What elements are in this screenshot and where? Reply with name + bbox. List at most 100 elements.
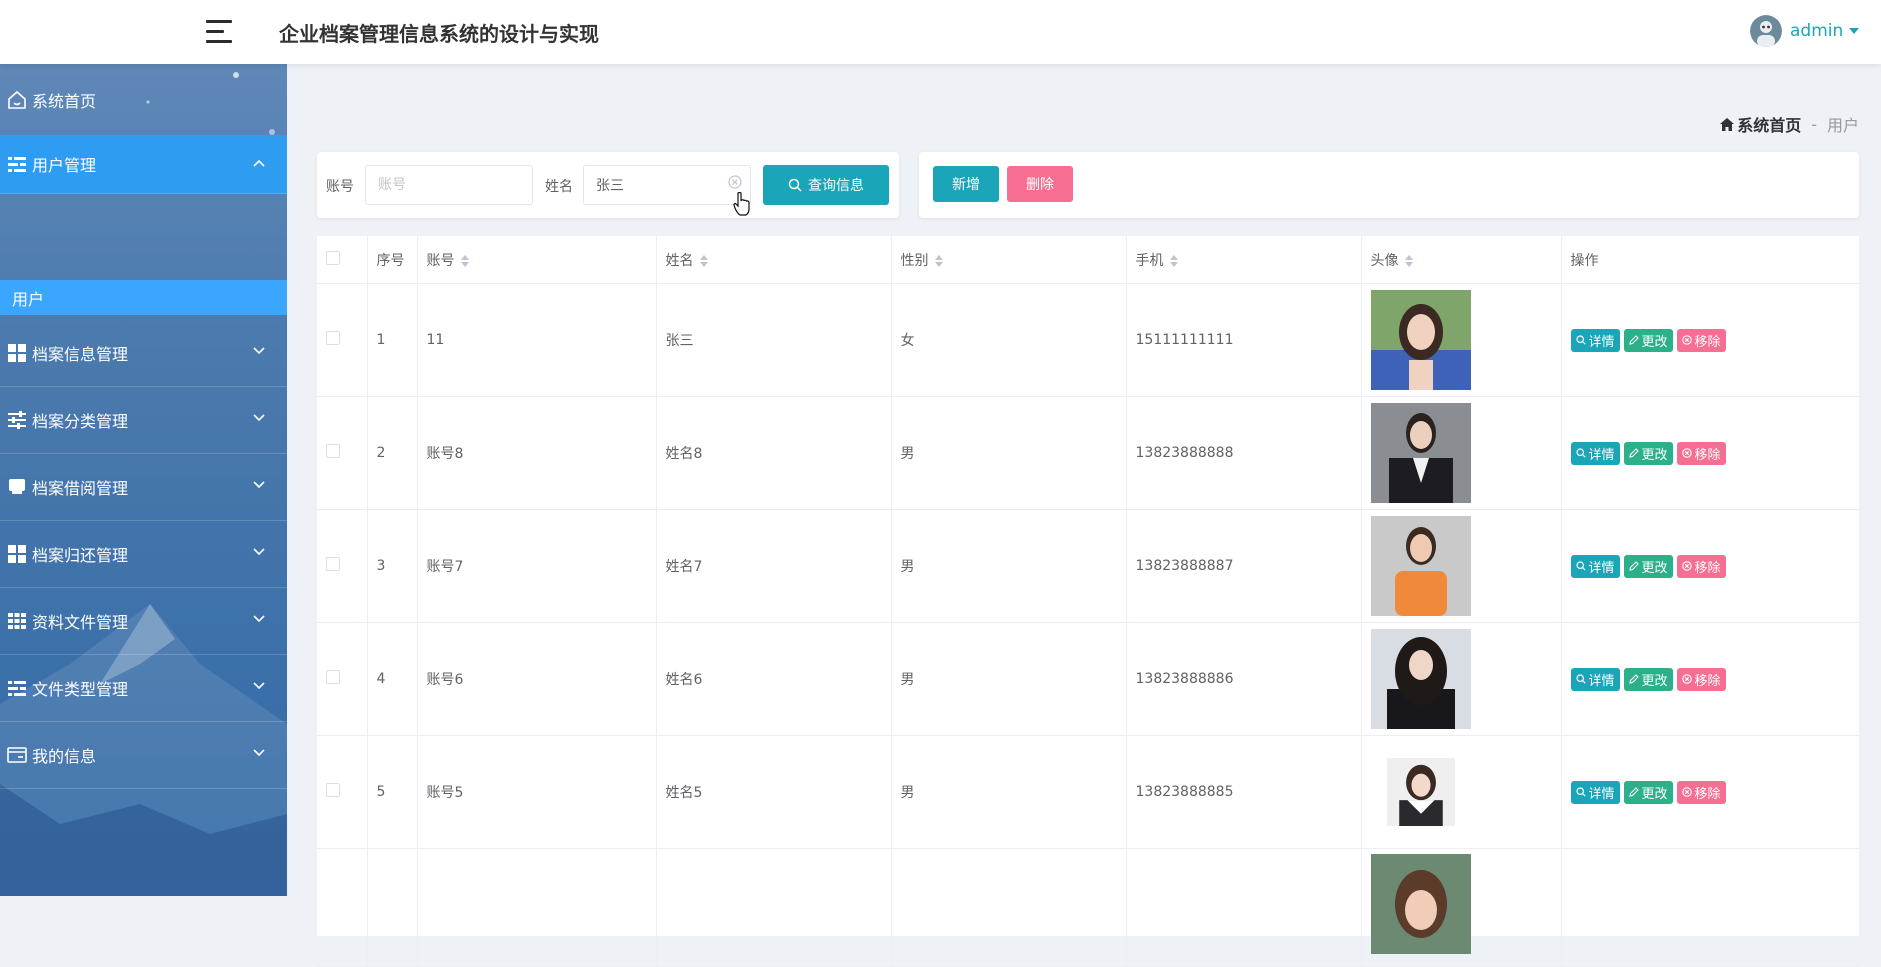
sort-icon[interactable] (1404, 254, 1413, 267)
breadcrumb-home[interactable]: 系统首页 (1720, 112, 1801, 136)
sort-icon[interactable] (1169, 254, 1178, 267)
detail-button-label: 详情 (1588, 560, 1615, 576)
search-icon (788, 178, 802, 192)
column-header[interactable]: 头像 (1361, 236, 1562, 284)
row-select-cell (317, 622, 368, 736)
remove-button[interactable]: 移除 (1676, 554, 1726, 578)
avatar-cell (1361, 735, 1562, 849)
edit-button[interactable]: 更改 (1623, 554, 1673, 578)
chevron-down-icon (253, 615, 265, 623)
delete-button[interactable]: 删除 (1007, 166, 1073, 202)
detail-button[interactable]: 详情 (1570, 780, 1620, 804)
avatar-photo[interactable] (1370, 290, 1471, 390)
avatar-photo[interactable] (1370, 854, 1471, 954)
remove-button[interactable]: 移除 (1676, 780, 1726, 804)
edit-button[interactable]: 更改 (1623, 328, 1673, 352)
row-select-cell (317, 509, 368, 623)
row-checkbox[interactable] (326, 331, 340, 345)
name-label: 姓名 (545, 179, 573, 195)
table-row: 4 账号6 姓名6 男 13823888886 详情 更改 移除 (317, 622, 1859, 736)
column-header[interactable]: 手机 (1126, 236, 1362, 284)
avatar-photo[interactable] (1370, 516, 1471, 616)
detail-button-label: 详情 (1588, 447, 1615, 463)
edit-button[interactable]: 更改 (1623, 667, 1673, 691)
chevron-up-icon (253, 159, 265, 167)
sidebar-item-user-management[interactable]: 用户管理 (0, 135, 287, 194)
avatar-photo[interactable] (1370, 403, 1471, 503)
avatar-cell (1361, 848, 1562, 967)
edit-icon (1628, 561, 1639, 571)
sidebar-item-my-info[interactable]: 我的信息 (0, 722, 287, 789)
sidebar-item-document-files[interactable]: 资料文件管理 (0, 588, 287, 655)
menu-toggle-icon[interactable] (206, 20, 232, 44)
gender-cell: 女 (891, 283, 1127, 397)
column-header[interactable]: 姓名 (656, 236, 892, 284)
breadcrumb: 系统首页 - 用户 (1720, 112, 1859, 136)
avatar-photo[interactable] (1386, 742, 1455, 842)
clear-input-icon[interactable] (728, 175, 742, 189)
edit-button[interactable]: 更改 (1623, 441, 1673, 465)
detail-button[interactable]: 详情 (1570, 328, 1620, 352)
account-label: 账号 (326, 179, 354, 195)
sort-icon[interactable] (934, 254, 943, 267)
row-checkbox[interactable] (326, 783, 340, 797)
row-select-cell (317, 735, 368, 849)
sort-icon[interactable] (460, 254, 469, 267)
phone-cell: 13823888886 (1126, 622, 1362, 736)
sidebar-subitem-user[interactable]: 用户 (0, 280, 287, 315)
remove-button[interactable]: 移除 (1676, 441, 1726, 465)
user-menu[interactable]: admin (1750, 13, 1860, 49)
table-row: 5 账号5 姓名5 男 13823888885 详情 更改 移除 (317, 735, 1859, 849)
edit-button[interactable]: 更改 (1623, 780, 1673, 804)
sidebar-item-archive-return[interactable]: 档案归还管理 (0, 521, 287, 588)
chevron-down-icon (253, 682, 265, 690)
chevron-down-icon (253, 414, 265, 422)
sidebar-item-label: 档案借阅管理 (32, 479, 129, 498)
edit-button-label: 更改 (1641, 560, 1668, 576)
add-button[interactable]: 新增 (933, 166, 999, 202)
row-select-cell (317, 848, 368, 967)
detail-button[interactable]: 详情 (1570, 667, 1620, 691)
row-checkbox[interactable] (326, 670, 340, 684)
sidebar: 系统首页 用户管理 用户 档案信息管理 档案分类管理 档案借阅管理 档案归还管理… (0, 64, 287, 896)
column-header-label: 序号 (376, 252, 405, 269)
sidebar-item-archive-category[interactable]: 档案分类管理 (0, 387, 287, 454)
select-all-checkbox[interactable] (326, 250, 340, 265)
account-cell: 账号8 (417, 396, 657, 510)
edit-button-label: 更改 (1641, 673, 1668, 689)
user-table-panel: 序号 账号 姓名 性别 手机 头像 操作 1 11 张三 女 151111111… (317, 236, 1859, 967)
breadcrumb-home-label: 系统首页 (1737, 116, 1802, 135)
row-checkbox[interactable] (326, 444, 340, 458)
phone-cell: 13823888887 (1126, 509, 1362, 623)
list-icon (6, 153, 28, 175)
detail-button[interactable]: 详情 (1570, 441, 1620, 465)
breadcrumb-current: 用户 (1826, 116, 1859, 135)
index-cell: 1 (367, 283, 418, 397)
account-search-input[interactable] (365, 165, 533, 205)
sidebar-item-archive-info[interactable]: 档案信息管理 (0, 320, 287, 387)
avatar-photo[interactable] (1370, 629, 1471, 729)
sidebar-item-archive-borrow[interactable]: 档案借阅管理 (0, 454, 287, 521)
remove-button[interactable]: 移除 (1676, 328, 1726, 352)
column-header[interactable]: 账号 (417, 236, 657, 284)
avatar-cell (1361, 283, 1562, 397)
gender-cell (891, 848, 1127, 967)
chevron-down-icon (1849, 28, 1860, 34)
name-search-input[interactable] (583, 165, 751, 205)
apps-icon (6, 610, 28, 632)
edit-button-label: 更改 (1641, 786, 1668, 802)
avatar-cell (1361, 509, 1562, 623)
sort-icon[interactable] (699, 254, 708, 267)
detail-button[interactable]: 详情 (1570, 554, 1620, 578)
row-checkbox[interactable] (326, 557, 340, 571)
column-header[interactable]: 性别 (891, 236, 1127, 284)
gender-cell: 男 (891, 622, 1127, 736)
sidebar-item-label: 档案归还管理 (32, 546, 129, 565)
sidebar-item-file-types[interactable]: 文件类型管理 (0, 655, 287, 722)
sidebar-item-label: 我的信息 (32, 747, 97, 766)
gender-cell: 男 (891, 509, 1127, 623)
query-button[interactable]: 查询信息 (763, 165, 889, 205)
sidebar-item-home[interactable]: 系统首页 (0, 72, 287, 128)
remove-button[interactable]: 移除 (1676, 667, 1726, 691)
home-icon (6, 89, 28, 111)
